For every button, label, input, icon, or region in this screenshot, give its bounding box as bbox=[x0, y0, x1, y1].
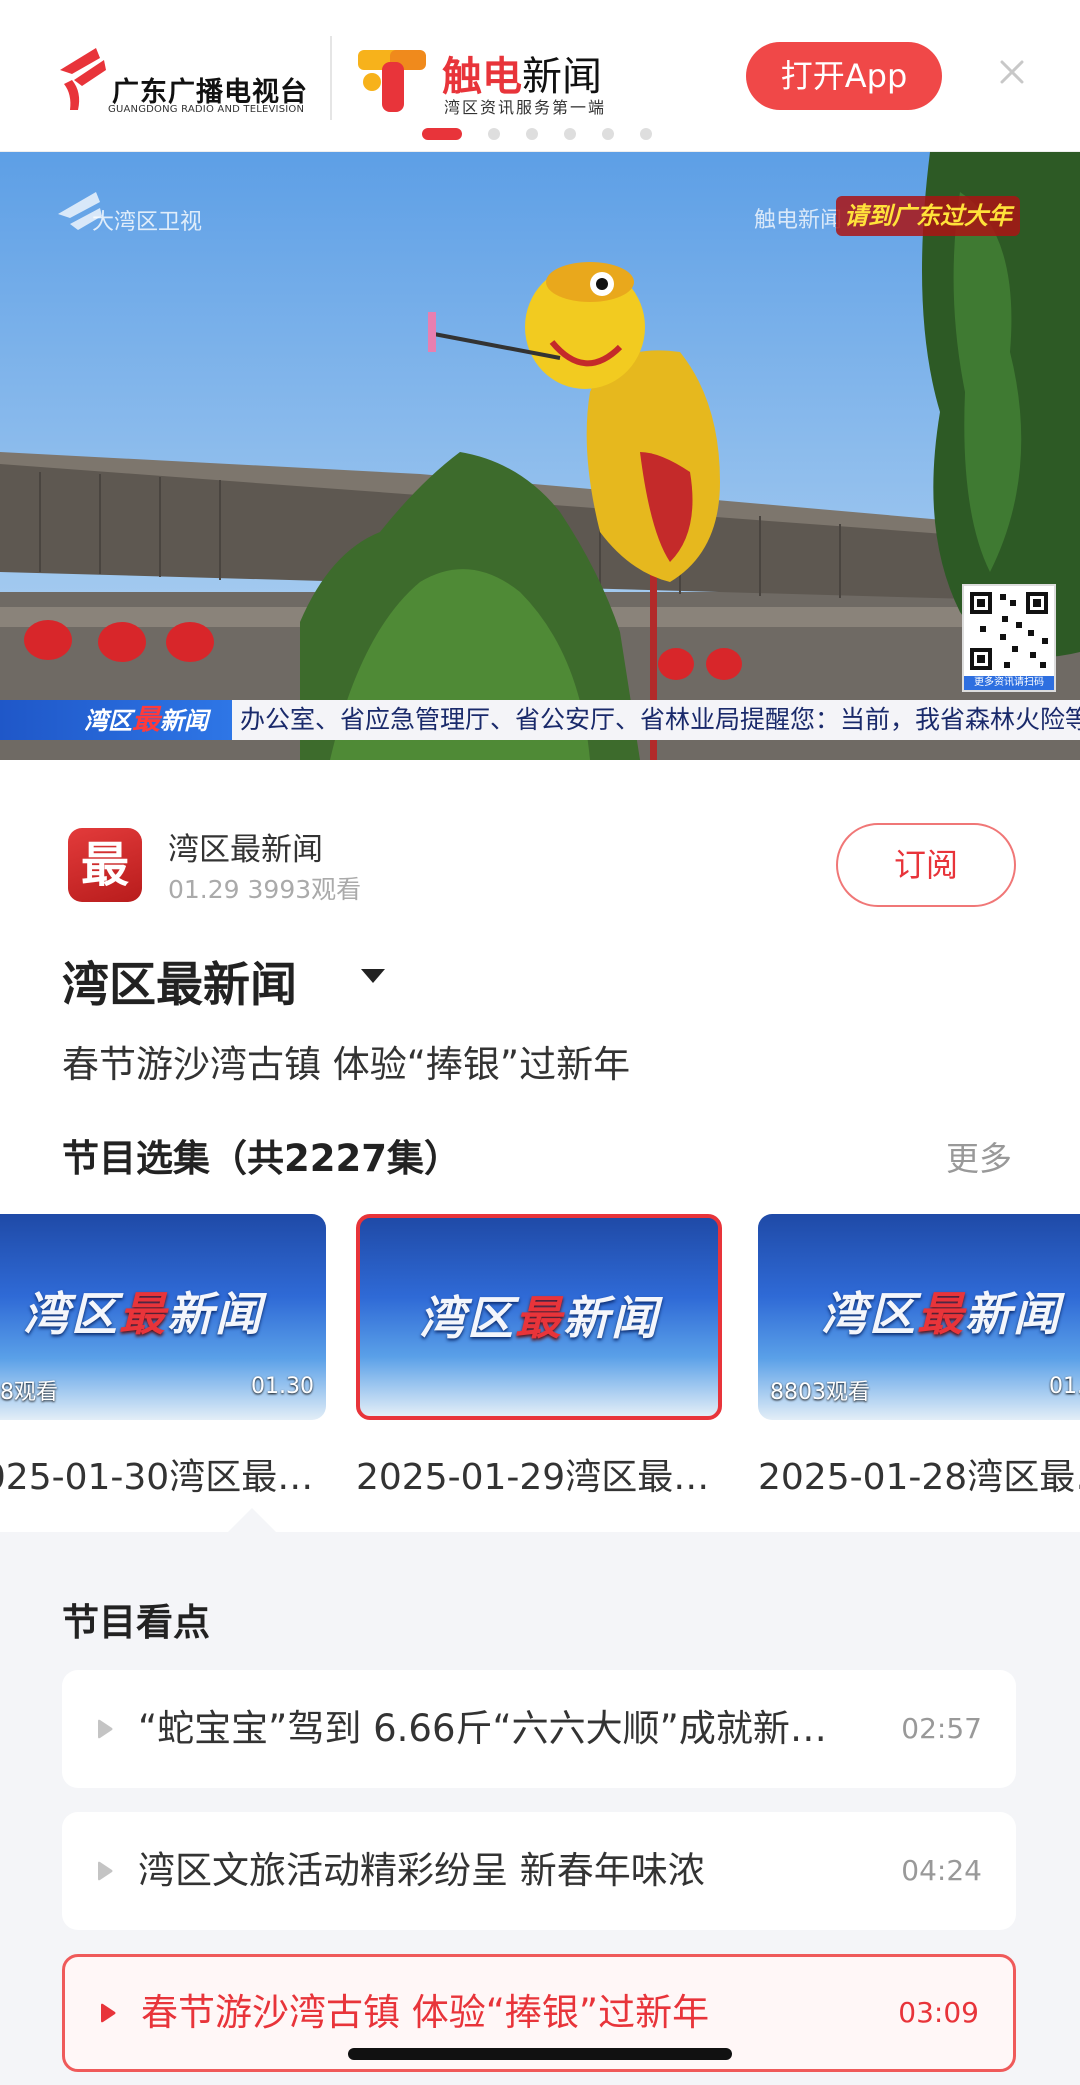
episode-thumbnail[interactable]: 湾区最新闻 8803观看 01.28 bbox=[758, 1214, 1080, 1420]
episode-description: 春节游沙湾古镇 体验“捧银”过新年 bbox=[62, 1043, 631, 1086]
episode-title[interactable]: 2025-01-28湾区最新闻 bbox=[758, 1448, 1080, 1500]
qr-label: 更多资讯请扫码 bbox=[964, 676, 1054, 690]
thumbnail-logo-c: 新闻 bbox=[563, 1291, 659, 1345]
thumbnail-logo-b: 最 bbox=[515, 1291, 563, 1345]
thumbnail-logo-b: 最 bbox=[917, 1287, 965, 1341]
highlight-duration: 04:24 bbox=[901, 1854, 982, 1887]
carousel-dot[interactable] bbox=[488, 128, 500, 140]
thumbnail-logo-c: 新闻 bbox=[167, 1287, 263, 1341]
highlight-item[interactable]: “蛇宝宝”驾到 6.66斤“六六大顺”成就新春佳话 02:57 bbox=[62, 1670, 1016, 1788]
banner-divider bbox=[330, 36, 332, 120]
episode-date-badge: 01.28 bbox=[1049, 1374, 1080, 1399]
carousel-dot[interactable] bbox=[602, 128, 614, 140]
play-icon bbox=[98, 1861, 113, 1881]
thumbnail-logo-b: 最 bbox=[119, 1287, 167, 1341]
highlights-heading: 节目看点 bbox=[62, 1601, 210, 1644]
channel-avatar[interactable]: 最 bbox=[68, 828, 142, 902]
episode-title[interactable]: 2025-01-29湾区最新闻 bbox=[356, 1448, 722, 1500]
channel-meta: 01.29 3993观看 bbox=[168, 875, 362, 904]
episode-views: 8803观看 bbox=[770, 1380, 870, 1405]
ticker-tag-prefix: 湾区 bbox=[84, 707, 132, 735]
app-watermark: 触电新闻 bbox=[754, 208, 843, 233]
carousel-dot[interactable] bbox=[422, 128, 462, 140]
highlights-section: 节目看点 “蛇宝宝”驾到 6.66斤“六六大顺”成就新春佳话 02:57 湾区文… bbox=[0, 1532, 1080, 2085]
qr-code: 更多资讯请扫码 bbox=[962, 584, 1056, 692]
more-link[interactable]: 更多 bbox=[946, 1132, 1012, 1180]
episode-strip[interactable]: 湾区最新闻 498观看 01.30 2025-01-30湾区最新闻 湾区最新闻 … bbox=[0, 1214, 1080, 1524]
thumbnail-logo-a: 湾区 bbox=[419, 1291, 515, 1345]
chudian-logo-icon bbox=[358, 50, 426, 112]
carousel-dot[interactable] bbox=[564, 128, 576, 140]
episode-card[interactable]: 湾区最新闻 498观看 01.30 2025-01-30湾区最新闻 bbox=[0, 1214, 326, 1514]
episodes-heading: 节目选集（共2227集） bbox=[62, 1137, 461, 1180]
gdtv-logo: 广东广播电视台 GUANGDONG RADIO AND TELEVISION bbox=[52, 40, 308, 120]
channel-row: 最 湾区最新闻 01.29 3993观看 订阅 bbox=[0, 760, 1080, 960]
ticker-tag-suffix: 新闻 bbox=[160, 707, 209, 735]
play-icon bbox=[101, 2003, 116, 2023]
gdtv-subtitle: GUANGDONG RADIO AND TELEVISION bbox=[108, 104, 305, 115]
corner-badge: 请到广东过大年 bbox=[836, 196, 1020, 236]
ticker-tag-highlight: 最 bbox=[132, 703, 161, 736]
app-slogan: 湾区资讯服务第一端 bbox=[444, 98, 607, 117]
home-indicator[interactable] bbox=[348, 2048, 732, 2060]
thumbnail-logo-a: 湾区 bbox=[821, 1287, 917, 1341]
highlight-duration: 03:09 bbox=[898, 1996, 979, 2029]
video-frame bbox=[0, 152, 1080, 760]
thumbnail-logo-a: 湾区 bbox=[23, 1287, 119, 1341]
episode-views: 498观看 bbox=[0, 1380, 58, 1405]
chevron-down-icon[interactable] bbox=[358, 966, 388, 986]
thumbnail-logo: 湾区最新闻 bbox=[758, 1278, 1080, 1344]
channel-name[interactable]: 湾区最新闻 bbox=[168, 824, 323, 869]
carousel-dot[interactable] bbox=[640, 128, 652, 140]
play-icon bbox=[98, 1719, 113, 1739]
open-app-button[interactable]: 打开App bbox=[746, 42, 942, 110]
episode-thumbnail[interactable]: 湾区最新闻 bbox=[356, 1214, 722, 1420]
episode-card-selected[interactable]: 湾区最新闻 2025-01-29湾区最新闻 bbox=[356, 1214, 722, 1514]
qr-code-icon bbox=[970, 592, 1048, 670]
highlight-item[interactable]: 湾区文旅活动精彩纷呈 新春年味浓 04:24 bbox=[62, 1812, 1016, 1930]
ticker-text: 办公室、省应急管理厅、省公安厅、省林业局提醒您：当前，我省森林火险等 bbox=[240, 705, 1080, 734]
episode-card[interactable]: 湾区最新闻 8803观看 01.28 2025-01-28湾区最新闻 bbox=[758, 1214, 1080, 1514]
channel-watermark: 大湾区卫视 bbox=[92, 210, 203, 235]
ticker-tag: 湾区最新闻 bbox=[0, 700, 232, 740]
close-icon[interactable] bbox=[994, 54, 1030, 90]
episode-title[interactable]: 2025-01-30湾区最新闻 bbox=[0, 1448, 326, 1500]
highlight-duration: 02:57 bbox=[901, 1712, 982, 1745]
highlight-text: “蛇宝宝”驾到 6.66斤“六六大顺”成就新春佳话 bbox=[138, 1707, 858, 1750]
app-download-banner: 广东广播电视台 GUANGDONG RADIO AND TELEVISION 触… bbox=[0, 0, 1080, 152]
carousel-dots bbox=[422, 128, 652, 140]
thumbnail-logo: 湾区最新闻 bbox=[0, 1278, 326, 1344]
thumbnail-logo-c: 新闻 bbox=[965, 1287, 1061, 1341]
highlight-text: 湾区文旅活动精彩纷呈 新春年味浓 bbox=[138, 1849, 705, 1892]
subscribe-button[interactable]: 订阅 bbox=[836, 823, 1016, 907]
news-ticker: 湾区最新闻 办公室、省应急管理厅、省公安厅、省林业局提醒您：当前，我省森林火险等 bbox=[0, 700, 1080, 740]
program-title[interactable]: 湾区最新闻 bbox=[62, 946, 297, 1015]
episode-date-badge: 01.30 bbox=[251, 1374, 314, 1399]
thumbnail-logo: 湾区最新闻 bbox=[360, 1282, 718, 1348]
selection-pointer bbox=[228, 1508, 276, 1532]
video-player[interactable]: 大湾区卫视 触电新闻 请到广东过大年 更多资讯请扫码 湾区最新闻 办公室、省应急… bbox=[0, 152, 1080, 760]
carousel-dot[interactable] bbox=[526, 128, 538, 140]
episode-thumbnail[interactable]: 湾区最新闻 498观看 01.30 bbox=[0, 1214, 326, 1420]
